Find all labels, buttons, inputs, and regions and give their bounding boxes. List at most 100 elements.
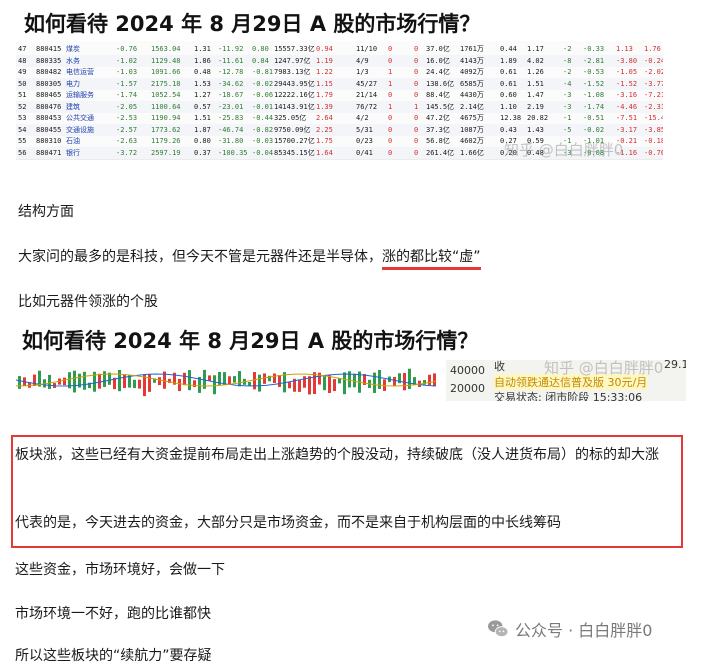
table-cell-name: 银行 xyxy=(66,148,80,157)
quote-trade-status: 交易状态: 闭市阶段 15:33:06 xyxy=(494,391,643,401)
table-cell-p: -0.76 xyxy=(644,148,663,157)
table-cell-b: -34.62 xyxy=(218,79,244,88)
table-cell-e: 2.64 xyxy=(316,114,333,122)
table-cell-m: -3 xyxy=(563,91,572,99)
table-cell-h: 0 xyxy=(414,68,419,76)
candle xyxy=(373,372,376,393)
table-cell-f: 4/9 xyxy=(356,56,369,65)
table-cell-g: 1 xyxy=(388,102,393,111)
table-cell-b: -11.92 xyxy=(218,45,244,53)
table-cell-g: 0 xyxy=(388,114,393,122)
candle xyxy=(148,374,151,392)
table-cell-k: 0.43 xyxy=(500,125,517,134)
table-row: 52 880476 建筑 -2.05 1100.64 0.57 -23.01 -0.01 141… xyxy=(16,100,663,113)
table-cell-name: 建筑 xyxy=(66,102,80,111)
table-cell-j: 4602万 xyxy=(460,137,484,145)
table-cell-name: 公共交通 xyxy=(66,114,94,122)
table-cell-a: 0.80 xyxy=(194,137,211,145)
table-cell-d: 15700.27亿 xyxy=(274,137,315,145)
table-cell-name: 电信运营 xyxy=(66,68,94,76)
candle xyxy=(408,368,411,389)
table-cell-chg: -2.57 xyxy=(116,125,138,134)
table-cell-name: 水务 xyxy=(66,56,80,65)
zhihu-watermark-2: 知乎 @白白胖胖0 xyxy=(544,360,664,377)
table-cell-d: 7983.13亿 xyxy=(274,68,311,76)
table-cell-d: 9750.09亿 xyxy=(274,125,311,134)
paragraph-tech-text: 大家问的最多的是科技，但今天不管是元器件还是半导体， xyxy=(18,249,382,265)
table-cell-f: 0/41 xyxy=(356,148,373,157)
table-cell-a: 1.53 xyxy=(194,79,211,88)
table-cell-l: 4.02 xyxy=(527,56,544,65)
table-cell-b: -31.80 xyxy=(218,137,244,145)
table-row: 50 880305 电力 -1.57 2175.18 1.53 -34.62 -0.02 294… xyxy=(16,77,663,90)
table-cell-p: -15.45 xyxy=(644,114,663,122)
table-cell-m: -5 xyxy=(563,125,572,134)
table-cell-i: 138.6亿 xyxy=(426,79,455,88)
candle xyxy=(333,379,336,392)
table-cell-o: -3.80 xyxy=(616,56,638,65)
candle xyxy=(233,376,236,383)
table-row: 48 880335 水务 -1.02 1129.48 1.86 -11.61 0.84 1247… xyxy=(16,54,663,67)
table-cell-g: 0 xyxy=(388,45,393,53)
candle xyxy=(228,376,231,385)
table-cell-k: 0.61 xyxy=(500,68,517,76)
table-cell-p: 1.76 xyxy=(644,45,661,53)
table-cell-code: 880455 xyxy=(36,125,62,134)
table-cell-b: -46.74 xyxy=(218,125,244,134)
table-cell-h: 0 xyxy=(414,137,419,145)
table-cell-c: -0.01 xyxy=(252,102,274,111)
table-cell-i: 37.3亿 xyxy=(426,125,450,134)
candle xyxy=(63,377,66,386)
table-cell-idx: 51 xyxy=(18,91,27,99)
table-cell-code: 880415 xyxy=(36,45,62,53)
table-cell-p: -3.77 xyxy=(644,79,663,88)
table-cell-g: 0 xyxy=(388,125,393,134)
table-cell-m: -3 xyxy=(563,102,572,111)
table-cell-l: 1.43 xyxy=(527,125,544,134)
table-cell-name: 交通设施 xyxy=(66,125,94,134)
table-row: 47 880415 煤炭 -0.76 1563.04 1.31 -11.92 0.80 1555… xyxy=(16,43,663,55)
table-cell-c: -0.82 xyxy=(252,125,274,134)
table-cell-m: -1 xyxy=(563,114,572,122)
table-cell-idx: 49 xyxy=(18,68,27,76)
table-cell-name: 运输服务 xyxy=(66,91,94,99)
table-cell-chg: -2.63 xyxy=(116,137,138,145)
table-cell-m: -2 xyxy=(563,68,572,76)
table-cell-price: 2175.18 xyxy=(151,79,181,88)
table-cell-j: 1.66亿 xyxy=(460,148,484,157)
table-cell-f: 5/31 xyxy=(356,125,373,134)
paragraph-conclusion: 所以这些板块的“续航力”要存疑 xyxy=(15,648,212,664)
table-cell-m: -4 xyxy=(563,79,572,88)
table-cell-g: 0 xyxy=(388,91,393,99)
table-cell-p: -0.18 xyxy=(644,137,663,145)
table-cell-name: 电力 xyxy=(66,79,80,88)
table-cell-c: -0.04 xyxy=(252,148,274,157)
table-cell-n: -1.74 xyxy=(583,102,605,111)
table-cell-c: -0.81 xyxy=(252,68,274,76)
table-cell-f: 4/2 xyxy=(356,114,369,122)
candle xyxy=(18,376,21,389)
table-cell-idx: 47 xyxy=(18,45,27,53)
table-cell-p: -2.31 xyxy=(644,102,663,111)
candle xyxy=(433,373,436,387)
table-cell-o: -7.51 xyxy=(616,114,638,122)
candle xyxy=(393,376,396,386)
table-cell-code: 880471 xyxy=(36,148,62,157)
table-cell-name: 石油 xyxy=(66,137,80,145)
table-row: 54 880455 交通设施 -2.57 1773.62 1.87 -46.74 -0.82 9… xyxy=(16,123,663,136)
table-cell-n: -0.51 xyxy=(583,114,605,122)
table-cell-idx: 53 xyxy=(18,114,27,122)
volume-axis-label-1: 40000 xyxy=(450,364,485,377)
table-cell-n: -0.53 xyxy=(583,68,605,76)
table-cell-p: -0.24 xyxy=(644,56,663,65)
candle xyxy=(103,371,106,387)
table-cell-b: -18.67 xyxy=(218,91,244,99)
kline-chart-image: 40000 20000 收 29.1 自动领跌通达信普及版 30元/月 交易状态… xyxy=(16,360,686,401)
table-cell-idx: 50 xyxy=(18,79,27,88)
table-cell-a: 0.57 xyxy=(194,102,211,111)
table-cell-n: -2.81 xyxy=(583,56,605,65)
table-cell-h: 0 xyxy=(414,91,419,99)
table-cell-o: -1.05 xyxy=(616,68,638,76)
table-cell-b: -25.83 xyxy=(218,114,244,122)
table-cell-e: 2.25 xyxy=(316,125,333,134)
